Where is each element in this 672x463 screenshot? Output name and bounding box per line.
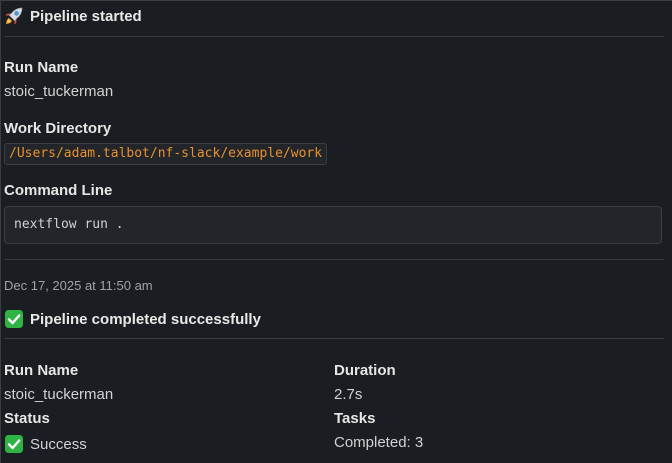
- top-border: [0, 0, 672, 1]
- pipeline-completed-title: Pipeline completed successfully: [30, 310, 261, 328]
- pipeline-started-header: Pipeline started: [4, 6, 142, 26]
- work-directory-code: /Users/adam.talbot/nf-slack/example/work: [4, 143, 328, 165]
- command-line-label: Command Line: [4, 182, 113, 199]
- pipeline-started-title: Pipeline started: [30, 7, 142, 25]
- status-text: Success: [30, 435, 87, 453]
- divider: [4, 338, 664, 339]
- tasks-label: Tasks: [334, 410, 376, 427]
- divider: [4, 259, 664, 260]
- left-border: [0, 0, 1, 463]
- duration-value: 2.7s: [334, 386, 363, 403]
- duration-label: Duration: [334, 362, 396, 379]
- run-name-value: stoic_tuckerman: [4, 83, 114, 100]
- run-name-label: Run Name: [4, 59, 79, 76]
- run-name-label: Run Name: [4, 362, 79, 379]
- divider: [4, 36, 664, 37]
- command-line-code-block: nextflow run .: [4, 206, 662, 244]
- run-name-value: stoic_tuckerman: [4, 386, 114, 403]
- status-value: Success: [4, 434, 87, 454]
- work-directory-label: Work Directory: [4, 120, 112, 137]
- pipeline-completed-header: Pipeline completed successfully: [4, 309, 261, 329]
- message-timestamp[interactable]: Dec 17, 2025 at 11:50 am: [4, 278, 153, 293]
- command-line-text: nextflow run .: [14, 217, 124, 232]
- rocket-icon: [4, 6, 24, 26]
- slack-message-thread: Pipeline started Run Name stoic_tuckerma…: [0, 0, 672, 463]
- status-label: Status: [4, 410, 50, 427]
- check-mark-icon: [4, 309, 24, 329]
- check-mark-icon: [4, 434, 24, 454]
- tasks-value: Completed: 3: [334, 434, 424, 451]
